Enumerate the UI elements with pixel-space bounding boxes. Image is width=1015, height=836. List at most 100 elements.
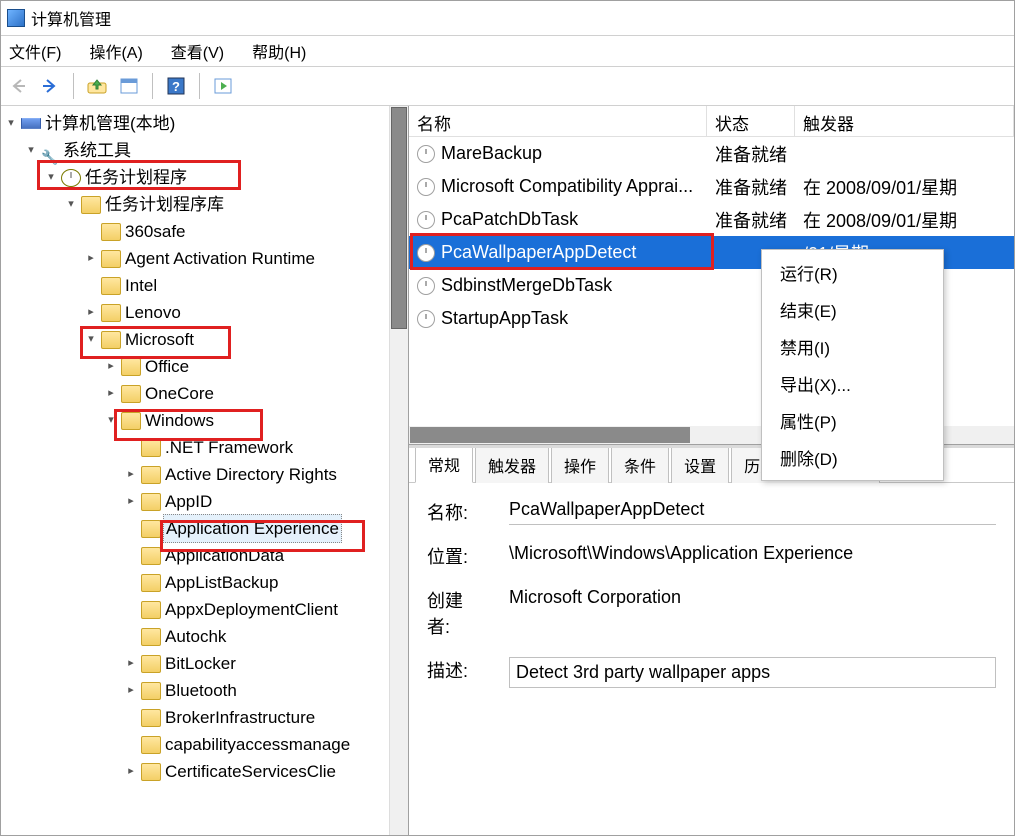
chevron-right-icon[interactable]: ▸ [83,305,99,321]
toolbar-separator [199,73,200,99]
menu-file[interactable]: 文件(F) [7,35,63,67]
scrollbar-thumb[interactable] [391,107,407,329]
tab-settings[interactable]: 设置 [671,446,729,483]
tree-item[interactable]: .NET Framework [123,434,389,461]
chevron-right-icon[interactable]: ▸ [83,251,99,267]
tree-item[interactable]: ▸ Agent Activation Runtime [83,245,389,272]
menu-view[interactable]: 查看(V) [169,35,226,67]
tree-item[interactable]: BrokerInfrastructure [123,704,389,731]
task-details: 常规 触发器 操作 条件 设置 历史记录(已禁用) 名称: PcaWallpap… [409,445,1014,835]
folder-icon [121,412,141,430]
column-header-trigger[interactable]: 触发器 [795,106,1014,136]
tree-item[interactable]: ▾ Microsoft [83,326,389,353]
tree-item[interactable]: Intel [83,272,389,299]
properties-button[interactable] [116,73,142,99]
tab-actions[interactable]: 操作 [551,446,609,483]
ctx-properties[interactable]: 属性(P) [762,402,943,439]
tab-general[interactable]: 常规 [415,445,473,483]
chevron-down-icon[interactable]: ▾ [43,170,59,186]
scrollbar-track[interactable] [390,330,408,835]
task-row[interactable]: Microsoft Compatibility Apprai...准备就绪在 2… [409,170,1014,203]
up-folder-button[interactable] [84,73,110,99]
task-name: MareBackup [441,143,542,164]
tree-label: 计算机管理(本地) [43,110,177,137]
tree-item[interactable]: ▸ OneCore [103,380,389,407]
chevron-right-icon[interactable]: ▸ [123,494,139,510]
column-header-name[interactable]: 名称 [409,106,707,136]
clock-icon [61,169,81,187]
tree-item[interactable]: ▸ Active Directory Rights [123,461,389,488]
tree-item[interactable]: ▸AppID [123,488,389,515]
tree-item[interactable]: ▸CertificateServicesClie [123,758,389,785]
ctx-run[interactable]: 运行(R) [762,254,943,291]
tree-label: .NET Framework [163,434,295,461]
task-row[interactable]: PcaPatchDbTask准备就绪在 2008/09/01/星期 [409,203,1014,236]
detail-location-label: 位置: [427,543,485,569]
nav-back-button[interactable] [5,73,31,99]
chevron-right-icon[interactable]: ▸ [123,764,139,780]
chevron-down-icon[interactable]: ▾ [63,197,79,213]
main-area: ▾ 计算机管理(本地) ▾ 系统工具 [1,106,1014,835]
tree-item[interactable]: ApplicationData [123,542,389,569]
tree-item[interactable]: ▸BitLocker [123,650,389,677]
tree-label: 任务计划程序 [83,164,189,191]
tree-item[interactable]: ▸Bluetooth [123,677,389,704]
tree-item[interactable]: Autochk [123,623,389,650]
arrow-right-icon [41,77,59,95]
tree-label: Microsoft [123,326,196,353]
ctx-end[interactable]: 结束(E) [762,291,943,328]
tree-label: Agent Activation Runtime [123,245,317,272]
task-row[interactable]: MareBackup 准备就绪 [409,137,1014,170]
task-status: 准备就绪 [707,139,795,169]
toolbar-separator [73,73,74,99]
tree-item[interactable]: ▾Windows [103,407,389,434]
folder-icon [121,358,141,376]
folder-icon [141,520,161,538]
tab-triggers[interactable]: 触发器 [475,446,549,483]
column-header-status[interactable]: 状态 [707,106,795,136]
menu-action[interactable]: 操作(A) [87,35,144,67]
tree-item[interactable]: ▸Office [103,353,389,380]
run-button[interactable] [210,73,236,99]
task-status: 准备就绪 [707,205,795,235]
tree-task-scheduler[interactable]: ▾ 任务计划程序 [43,164,389,191]
tree-label: OneCore [143,380,216,407]
chevron-right-icon[interactable]: ▸ [103,386,119,402]
task-status: 准备就绪 [707,172,795,202]
folder-icon [141,466,161,484]
chevron-right-icon[interactable]: ▸ [103,359,119,375]
chevron-right-icon[interactable]: ▸ [123,467,139,483]
ctx-disable[interactable]: 禁用(I) [762,328,943,365]
help-button[interactable]: ? [163,73,189,99]
chevron-down-icon[interactable]: ▾ [3,116,19,132]
tree-item[interactable]: AppListBackup [123,569,389,596]
menu-help[interactable]: 帮助(H) [250,35,308,67]
scrollbar-thumb[interactable] [410,427,690,443]
navigation-tree[interactable]: ▾ 计算机管理(本地) ▾ 系统工具 [1,106,389,835]
tree-item[interactable]: AppxDeploymentClient [123,596,389,623]
tree-system-tools[interactable]: ▾ 系统工具 [23,137,389,164]
chevron-right-icon[interactable]: ▸ [123,683,139,699]
context-menu: 运行(R) 结束(E) 禁用(I) 导出(X)... 属性(P) 删除(D) [761,249,944,481]
ctx-delete[interactable]: 删除(D) [762,439,943,476]
chevron-down-icon[interactable]: ▾ [23,143,39,159]
tab-conditions[interactable]: 条件 [611,446,669,483]
chevron-down-icon[interactable]: ▾ [103,413,119,429]
folder-icon [121,385,141,403]
clock-icon [417,244,435,262]
chevron-down-icon[interactable]: ▾ [83,332,99,348]
tree-item[interactable]: 360safe [83,218,389,245]
app-icon [7,9,25,27]
ctx-export[interactable]: 导出(X)... [762,365,943,402]
tree-item[interactable]: capabilityaccessmanage [123,731,389,758]
chevron-right-icon[interactable]: ▸ [123,656,139,672]
clock-icon [417,310,435,328]
tree-label: Active Directory Rights [163,461,339,488]
tree-root[interactable]: ▾ 计算机管理(本地) [3,110,389,137]
tree-scrollbar[interactable] [389,106,408,835]
tree-task-library[interactable]: ▾ 任务计划程序库 [63,191,389,218]
tree-item[interactable]: ▸Lenovo [83,299,389,326]
nav-forward-button[interactable] [37,73,63,99]
tree-pane: ▾ 计算机管理(本地) ▾ 系统工具 [1,106,409,835]
tree-item[interactable]: Application Experience [123,515,389,542]
